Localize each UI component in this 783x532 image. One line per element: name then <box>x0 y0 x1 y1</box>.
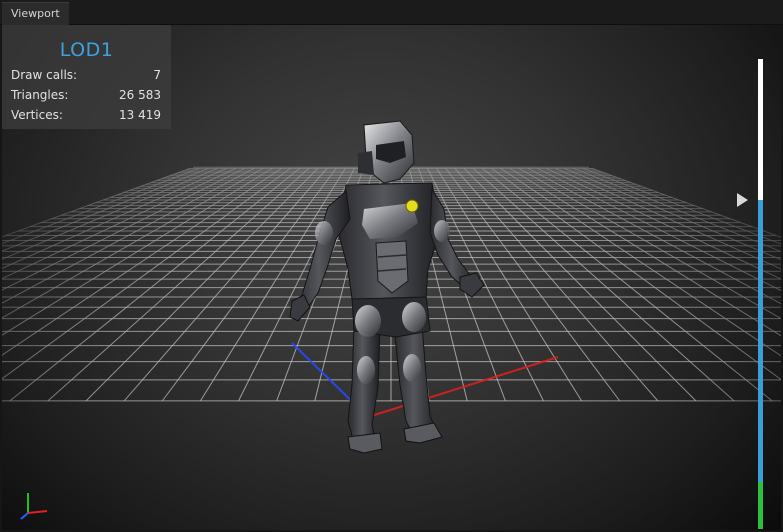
3d-viewport[interactable]: LOD1 Draw calls: 7 Triangles: 26 583 Ver… <box>2 25 781 530</box>
stat-label: Vertices: <box>11 108 63 122</box>
stat-value: 7 <box>153 68 161 82</box>
stat-value: 26 583 <box>119 88 161 102</box>
lod-bar-segment-lod0[interactable] <box>758 59 763 200</box>
stat-label: Draw calls: <box>11 68 78 82</box>
tab-bar: Viewport <box>0 0 783 25</box>
stat-row-draw-calls: Draw calls: 7 <box>11 66 161 84</box>
axis-gizmo-icon <box>20 493 48 520</box>
lod-bar-segment-lod2[interactable] <box>758 482 763 529</box>
lod-marker-arrow-icon[interactable] <box>737 193 748 207</box>
stat-value: 13 419 <box>119 108 161 122</box>
viewport-window: Viewport LOD1 Draw calls: 7 Triangles: 2… <box>0 0 783 532</box>
lod-distance-bar[interactable] <box>758 59 763 529</box>
stat-label: Triangles: <box>11 88 69 102</box>
lod-bar-segment-lod1[interactable] <box>758 200 763 482</box>
stat-row-triangles: Triangles: 26 583 <box>11 86 161 104</box>
stat-row-vertices: Vertices: 13 419 <box>11 106 161 124</box>
lod-label: LOD1 <box>59 39 114 61</box>
tab-viewport[interactable]: Viewport <box>2 2 69 25</box>
render-stats-panel: LOD1 Draw calls: 7 Triangles: 26 583 Ver… <box>2 25 171 129</box>
